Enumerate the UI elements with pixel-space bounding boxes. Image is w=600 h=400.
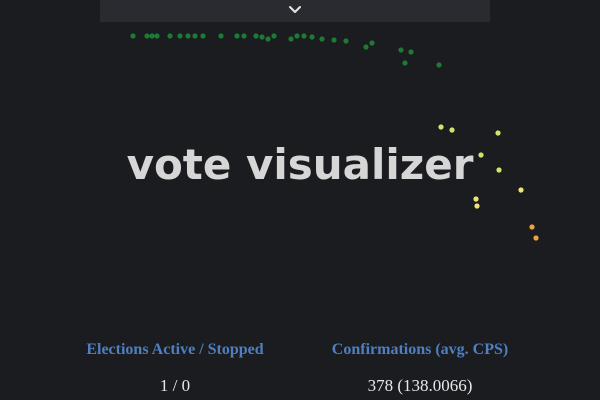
vote-dot <box>154 33 160 39</box>
vote-dot <box>234 33 240 39</box>
confirmations-label: Confirmations (avg. CPS) <box>331 341 509 358</box>
vote-dot <box>259 34 265 40</box>
elections-value: 1 / 0 <box>159 376 191 395</box>
vote-dot <box>149 33 155 39</box>
vote-dot <box>253 33 259 39</box>
vote-dot <box>331 37 337 43</box>
vote-dot <box>185 33 191 39</box>
vote-dot <box>167 33 173 39</box>
vote-dot <box>265 36 271 42</box>
vote-dot <box>144 33 150 39</box>
confirmations-value: 378 (138.0066) <box>367 376 473 395</box>
vote-dot <box>200 33 206 39</box>
vote-dot <box>473 196 479 202</box>
vote-dot <box>288 36 294 42</box>
vote-dot <box>319 36 325 42</box>
vote-dot <box>402 60 408 66</box>
vote-dot <box>449 127 455 133</box>
vote-dot <box>309 34 315 40</box>
vote-dot <box>495 130 501 136</box>
vote-dot <box>369 40 375 46</box>
vote-dot <box>533 235 539 241</box>
vote-dot <box>363 44 369 50</box>
vote-dot <box>294 33 300 39</box>
vote-dot <box>408 49 414 55</box>
vote-dot <box>130 33 136 39</box>
vote-dot <box>218 33 224 39</box>
app-title: vote visualizer <box>126 140 474 189</box>
elections-label: Elections Active / Stopped <box>86 341 264 358</box>
chevron-down-icon <box>289 6 301 13</box>
vote-dot <box>438 124 444 130</box>
vote-dot <box>436 62 442 68</box>
vote-dot <box>343 38 349 44</box>
vote-dot <box>301 33 307 39</box>
confirmations-stat: Confirmations (avg. CPS) 378 (138.0066) <box>315 340 525 396</box>
vote-dot <box>271 33 277 39</box>
vote-dot <box>177 33 183 39</box>
elections-stat: Elections Active / Stopped 1 / 0 <box>70 340 280 396</box>
vote-dot <box>474 203 480 209</box>
collapse-toggle-button[interactable] <box>284 1 306 19</box>
vote-dot <box>192 33 198 39</box>
vote-visualizer-stage: vote visualizer Elections Active / Stopp… <box>0 0 600 400</box>
vote-dot <box>529 224 535 230</box>
vote-dot <box>398 47 404 53</box>
vote-dot <box>241 33 247 39</box>
